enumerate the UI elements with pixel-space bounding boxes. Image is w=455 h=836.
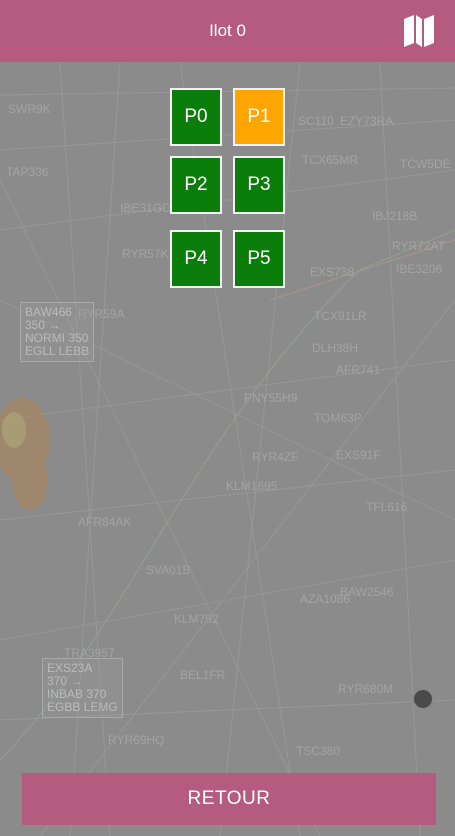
position-button-p4[interactable]: P4	[170, 230, 222, 288]
back-button[interactable]: RETOUR	[22, 773, 436, 825]
position-button-p0[interactable]: P0	[170, 88, 222, 146]
dim-overlay	[0, 62, 455, 836]
app-header: Ilot 0	[0, 0, 455, 62]
folded-map-icon	[404, 15, 434, 47]
position-button-p5[interactable]: P5	[233, 230, 285, 288]
position-button-p3[interactable]: P3	[233, 156, 285, 214]
map-toggle-button[interactable]	[400, 12, 438, 50]
position-button-p1[interactable]: P1	[233, 88, 285, 146]
position-button-p2[interactable]: P2	[170, 156, 222, 214]
page-title: Ilot 0	[209, 21, 246, 40]
floating-handle[interactable]	[412, 688, 434, 710]
